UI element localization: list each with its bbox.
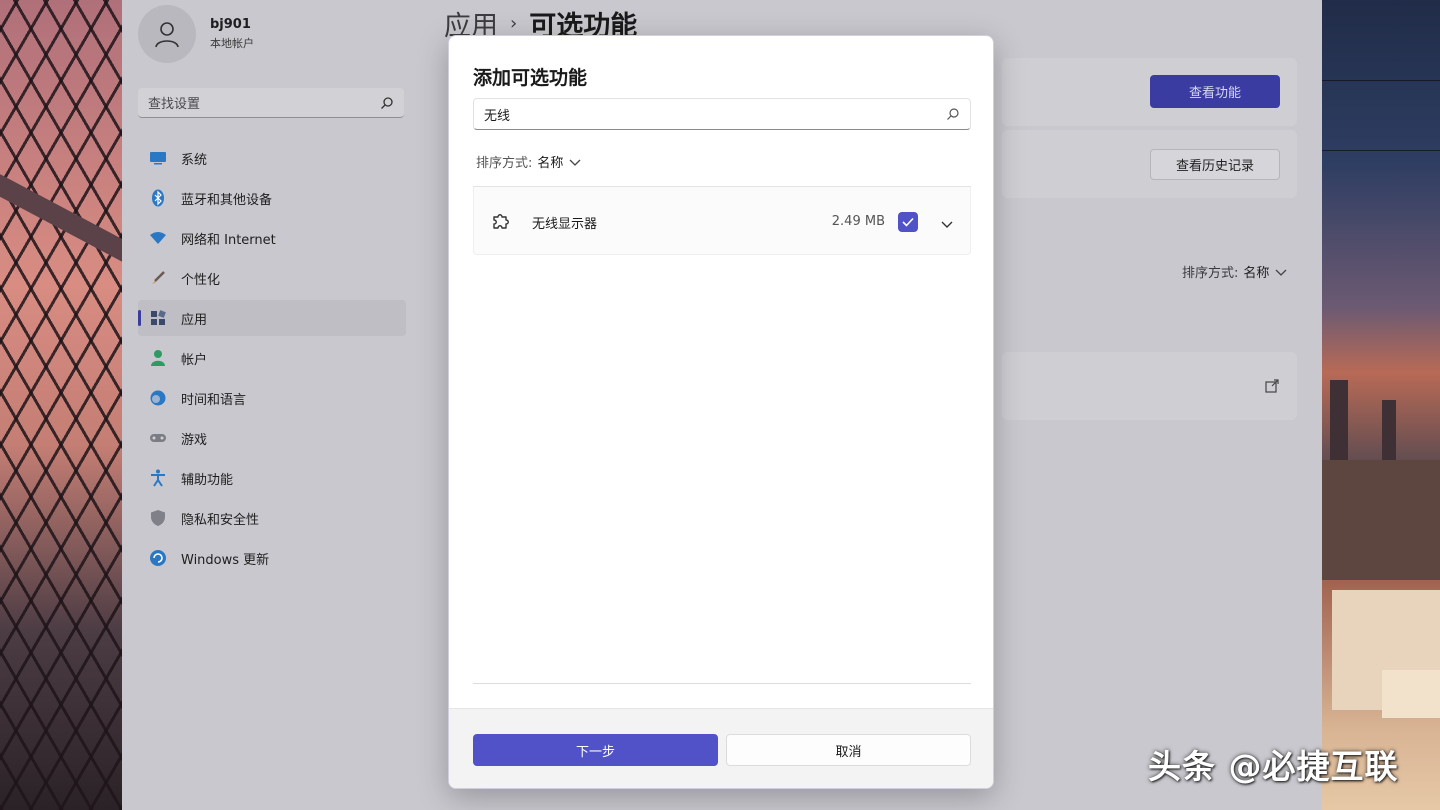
nav-label: 应用 (181, 312, 208, 328)
wallpaper-building (1330, 380, 1348, 460)
nav-label: 辅助功能 (181, 472, 234, 488)
feature-checkbox[interactable] (898, 212, 918, 232)
nav-label: 网络和 Internet (181, 232, 276, 248)
history-card: 查看历史记录 (1002, 130, 1297, 198)
nav-item-system[interactable]: 系统 (138, 140, 406, 176)
add-optional-feature-dialog: 添加可选功能 无线 排序方式: 名称 无线显示器 2.49 MB 下一步 取消 (448, 35, 994, 789)
nav-item-gaming[interactable]: 游戏 (138, 420, 406, 456)
dialog-sort-control[interactable]: 排序方式: 名称 (476, 152, 582, 171)
bluetooth-icon (148, 188, 168, 208)
sort-label: 排序方式: (1182, 266, 1239, 281)
wallpaper-building (1382, 400, 1396, 460)
wallpaper-wire (1322, 150, 1440, 151)
nav-item-apps[interactable]: 应用 (138, 300, 406, 336)
nav-item-privacy[interactable]: 隐私和安全性 (138, 500, 406, 536)
feature-row[interactable]: 无线显示器 2.49 MB (473, 187, 971, 255)
sort-control[interactable]: 排序方式: 名称 (1182, 262, 1288, 281)
accessibility-icon (148, 468, 168, 488)
search-icon (381, 96, 393, 109)
related-settings-card[interactable] (1002, 352, 1297, 420)
puzzle-icon (490, 210, 512, 236)
nav-label: Windows 更新 (181, 552, 270, 568)
view-features-button[interactable]: 查看功能 (1150, 75, 1280, 108)
nav-item-bluetooth[interactable]: 蓝牙和其他设备 (138, 180, 406, 216)
feature-search-value: 无线 (484, 108, 511, 124)
update-icon (148, 548, 168, 568)
settings-nav: 系统 蓝牙和其他设备 网络和 Internet 个性化 应用 帐户 时间和语言 … (138, 140, 406, 580)
profile-account-type: 本地帐户 (210, 37, 254, 50)
nav-label: 游戏 (181, 432, 208, 448)
display-icon (148, 148, 168, 168)
nav-item-network[interactable]: 网络和 Internet (138, 220, 406, 256)
person-icon (148, 348, 168, 368)
chevron-down-icon (1275, 269, 1287, 276)
wallpaper-right (1322, 0, 1440, 810)
nav-label: 隐私和安全性 (181, 512, 260, 528)
chevron-down-icon (569, 159, 581, 166)
nav-item-time-language[interactable]: 时间和语言 (138, 380, 406, 416)
shield-icon (148, 508, 168, 528)
user-profile[interactable]: bj901 本地帐户 (138, 5, 254, 63)
brush-icon (148, 268, 168, 288)
nav-label: 系统 (181, 152, 208, 168)
checkmark-icon (902, 217, 914, 227)
expand-button[interactable] (940, 214, 954, 233)
dialog-title: 添加可选功能 (473, 67, 588, 89)
search-icon (947, 108, 959, 120)
nav-label: 蓝牙和其他设备 (181, 192, 273, 208)
nav-item-windows-update[interactable]: Windows 更新 (138, 540, 406, 576)
person-icon (155, 22, 179, 48)
nav-item-accounts[interactable]: 帐户 (138, 340, 406, 376)
view-history-button[interactable]: 查看历史记录 (1150, 149, 1280, 180)
next-button[interactable]: 下一步 (473, 734, 718, 766)
feature-size: 2.49 MB (831, 214, 885, 229)
nav-item-personalization[interactable]: 个性化 (138, 260, 406, 296)
list-bottom-divider (473, 683, 971, 684)
feature-name: 无线显示器 (532, 217, 598, 232)
wallpaper-wire (1322, 80, 1440, 81)
wallpaper-wall (1382, 670, 1440, 718)
profile-name: bj901 (210, 17, 251, 32)
settings-search-input[interactable]: 查找设置 (138, 88, 404, 118)
avatar (138, 5, 196, 63)
add-feature-card: 查看功能 (1002, 58, 1297, 126)
wallpaper-structure (1322, 460, 1440, 580)
apps-icon (148, 308, 168, 328)
watermark: 头条 @必捷互联 (1148, 747, 1399, 786)
cancel-button[interactable]: 取消 (726, 734, 971, 766)
nav-label: 帐户 (181, 352, 208, 368)
globe-clock-icon (148, 388, 168, 408)
open-external-icon (1265, 379, 1279, 393)
nav-label: 个性化 (181, 272, 221, 288)
wallpaper-left (0, 0, 145, 810)
chevron-down-icon (941, 221, 953, 228)
settings-search-placeholder: 查找设置 (148, 97, 201, 112)
nav-item-accessibility[interactable]: 辅助功能 (138, 460, 406, 496)
wifi-icon (148, 228, 168, 248)
dialog-footer: 下一步 取消 (449, 708, 993, 788)
dialog-sort-label: 排序方式: (476, 156, 533, 171)
breadcrumb-separator: › (510, 13, 518, 34)
sort-value: 名称 (1243, 266, 1270, 281)
gamepad-icon (148, 428, 168, 448)
dialog-sort-value: 名称 (537, 156, 564, 171)
nav-label: 时间和语言 (181, 392, 247, 408)
feature-search-input[interactable]: 无线 (473, 98, 971, 130)
